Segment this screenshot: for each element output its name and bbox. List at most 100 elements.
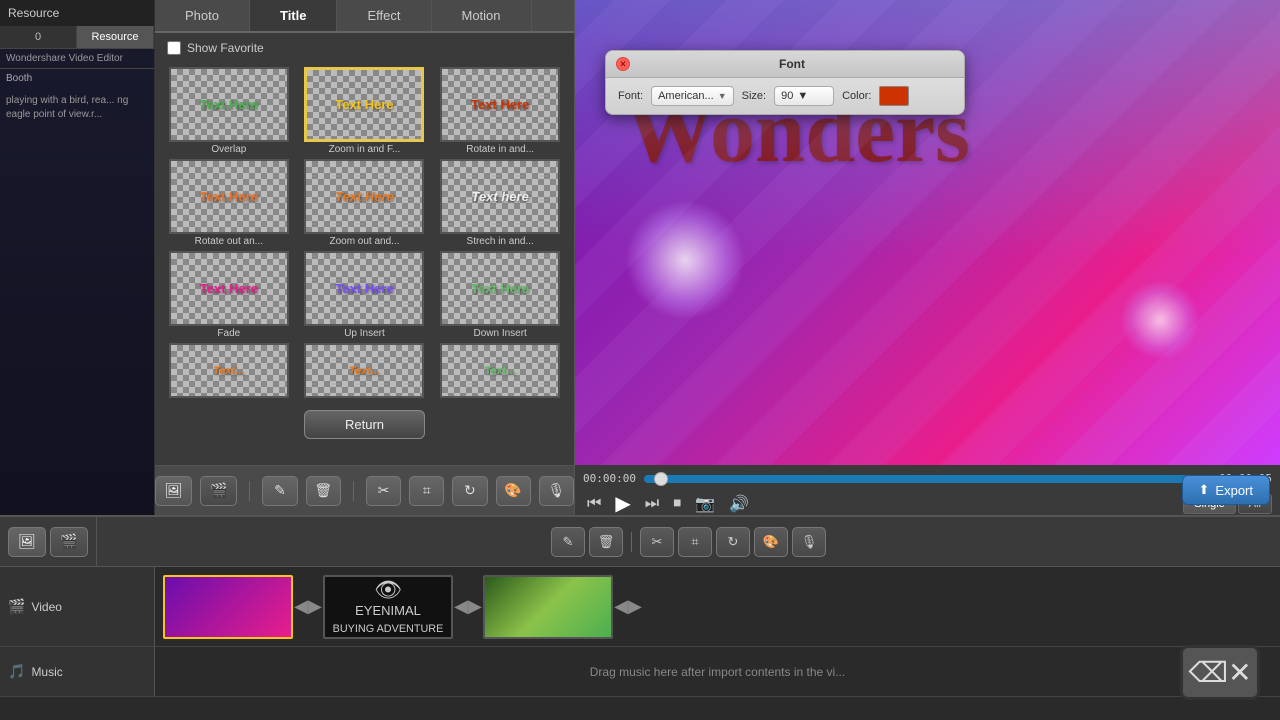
effect-stretch-in[interactable]: Text here Strech in and... — [434, 159, 566, 247]
video-track-icon: 🎬 — [8, 598, 25, 615]
tab-title[interactable]: Title — [250, 0, 338, 31]
video-clip-1[interactable] — [163, 575, 293, 639]
tl-sep-1 — [631, 532, 632, 552]
return-button[interactable]: Return — [304, 410, 425, 439]
video-track-row: 🎬 Video ◀▶ 👁 EYENIMALBUYING ADVENTURE ◀▶ — [0, 567, 1280, 647]
eyenimal-text: EYENIMALBUYING ADVENTURE — [333, 603, 444, 637]
color-tool-btn[interactable]: 🎨 — [496, 476, 531, 506]
effect-rotate-in[interactable]: Text Here Rotate in and... — [434, 67, 566, 155]
effect-up-insert[interactable]: Text Here Up Insert — [299, 251, 431, 339]
tl-audio-btn[interactable]: 🎙 — [792, 527, 826, 557]
tl-rotate-btn[interactable]: ↻ — [716, 527, 750, 557]
font-select[interactable]: American... ▼ — [651, 86, 734, 106]
effect-thumb-rotate-out: Text Here — [169, 159, 289, 234]
cut-tool-btn[interactable]: ✂ — [366, 476, 401, 506]
effect-text-rotate-out: Text Here — [200, 189, 258, 204]
trim-tool-btn[interactable]: ⌗ — [409, 476, 444, 506]
size-select[interactable]: 90 ▼ — [774, 86, 834, 106]
color-swatch[interactable] — [879, 86, 909, 106]
audio-tool-btn[interactable]: 🎙 — [539, 476, 574, 506]
orb1 — [625, 200, 745, 320]
stop-button[interactable]: ⏹ — [669, 493, 685, 515]
effect-partial2[interactable]: Text... — [299, 343, 431, 398]
effect-text-partial3: Text... — [485, 365, 516, 377]
edit-tool-btn[interactable]: ✎ — [262, 476, 297, 506]
effect-overlap[interactable]: Text Here Overlap — [163, 67, 295, 155]
effect-text-zoom-in: Text Here — [335, 97, 393, 112]
tab-photo[interactable]: Photo — [155, 0, 250, 31]
tab-motion[interactable]: Motion — [432, 0, 532, 31]
title-panel: Photo Title Effect Motion Show Favorite … — [155, 0, 575, 465]
tl-cut-btn[interactable]: ✂ — [640, 527, 674, 557]
effect-text-fade: Text Here — [200, 281, 258, 296]
video-clip-3[interactable] — [483, 575, 613, 639]
tl-media-buttons: 🖼 🎬 — [0, 517, 97, 566]
effect-label-fade: Fade — [217, 328, 240, 339]
controls-row: ⏮ ▶ ⏭ ⏹ 📷 🔊 Single All — [583, 489, 1272, 518]
rotate-tool-btn[interactable]: ↻ — [452, 476, 487, 506]
tab-effect[interactable]: Effect — [337, 0, 431, 31]
effect-partial1[interactable]: Text... — [163, 343, 295, 398]
toolbar-sep-2 — [353, 481, 354, 501]
effect-zoom-in[interactable]: Text Here Zoom in and F... — [299, 67, 431, 155]
effect-partial3[interactable]: Text... — [434, 343, 566, 398]
delete-tool-btn[interactable]: 🗑 — [306, 476, 341, 506]
effect-thumb-partial1: Text... — [169, 343, 289, 398]
volume-button[interactable]: 🔊 — [725, 492, 753, 516]
backspace-button[interactable]: ⌫✕ — [1180, 645, 1260, 700]
effect-thumb-partial2: Text... — [304, 343, 424, 398]
clip-thumb-purple — [165, 577, 291, 637]
tl-video-btn[interactable]: 🎬 — [50, 527, 88, 557]
video-track-content: ◀▶ 👁 EYENIMALBUYING ADVENTURE ◀▶ ◀▶ — [155, 567, 1280, 646]
export-icon: ⬆ — [1199, 482, 1210, 498]
video-clip-2[interactable]: 👁 EYENIMALBUYING ADVENTURE — [323, 575, 453, 639]
preview-area: Wonders ✕ Font Font: American... ▼ Size:… — [575, 0, 1280, 465]
tl-edit-btn[interactable]: ✎ — [551, 527, 585, 557]
font-dialog-close-btn[interactable]: ✕ — [616, 57, 630, 71]
timeline-header: 🖼 🎬 ✎ 🗑 ✂ ⌗ ↻ 🎨 🎙 — [0, 517, 1280, 567]
skip-forward-button[interactable]: ⏭ — [641, 493, 663, 515]
transition-1[interactable]: ◀▶ — [293, 587, 323, 627]
effect-zoom-out[interactable]: Text Here Zoom out and... — [299, 159, 431, 247]
transition-3[interactable]: ◀▶ — [613, 587, 643, 627]
bottom-toolbar: 🖼 🎬 ✎ 🗑 ✂ ⌗ ↻ 🎨 🎙 — [155, 465, 575, 515]
effect-text-rotate-in: Text Here — [471, 97, 529, 112]
effect-text-overlap: Text Here — [200, 97, 258, 112]
export-button[interactable]: ⬆ Export — [1182, 475, 1270, 505]
export-label: Export — [1215, 483, 1253, 498]
effect-thumb-stretch-in: Text here — [440, 159, 560, 234]
music-track-icon: 🎵 — [8, 663, 25, 680]
progress-thumb[interactable] — [654, 472, 668, 486]
effect-rotate-out[interactable]: Text Here Rotate out an... — [163, 159, 295, 247]
effect-label-overlap: Overlap — [211, 144, 246, 155]
transition-2[interactable]: ◀▶ — [453, 587, 483, 627]
tabs-row: Photo Title Effect Motion — [155, 0, 574, 33]
music-track-name: Music — [31, 665, 62, 679]
effect-text-stretch-in: Text here — [471, 189, 528, 204]
tl-color-btn[interactable]: 🎨 — [754, 527, 788, 557]
progress-bar[interactable] — [644, 475, 1204, 483]
effect-thumb-zoom-in: Text Here — [304, 67, 424, 142]
music-track-content: Drag music here after import contents in… — [155, 647, 1280, 696]
tl-photo-btn[interactable]: 🖼 — [8, 527, 46, 557]
sidebar-tab-audio[interactable]: Resource — [77, 26, 154, 48]
skip-back-button[interactable]: ⏮ — [583, 493, 605, 515]
effect-thumb-overlap: Text Here — [169, 67, 289, 142]
effect-thumb-partial3: Text... — [440, 343, 560, 398]
media-photo-btn[interactable]: 🖼 — [155, 476, 192, 506]
effect-text-up-insert: Text Here — [335, 281, 393, 296]
screenshot-button[interactable]: 📷 — [691, 492, 719, 516]
sidebar-app-name: Wondershare Video Editor — [6, 53, 123, 64]
effect-down-insert[interactable]: Text Here Down Insert — [434, 251, 566, 339]
sidebar-booth: Booth — [0, 69, 154, 88]
effect-label-up-insert: Up Insert — [344, 328, 385, 339]
effect-fade[interactable]: Text Here Fade — [163, 251, 295, 339]
show-favorite-checkbox[interactable] — [167, 41, 181, 55]
tl-delete-btn[interactable]: 🗑 — [589, 527, 623, 557]
play-button[interactable]: ▶ — [611, 489, 634, 518]
media-video-btn[interactable]: 🎬 — [200, 476, 237, 506]
font-dialog: ✕ Font Font: American... ▼ Size: 90 ▼ Co… — [605, 50, 965, 115]
sidebar-tab-0[interactable]: 0 — [0, 26, 77, 48]
tl-trim-btn[interactable]: ⌗ — [678, 527, 712, 557]
tl-tool-buttons: ✎ 🗑 ✂ ⌗ ↻ 🎨 🎙 — [97, 517, 1280, 566]
